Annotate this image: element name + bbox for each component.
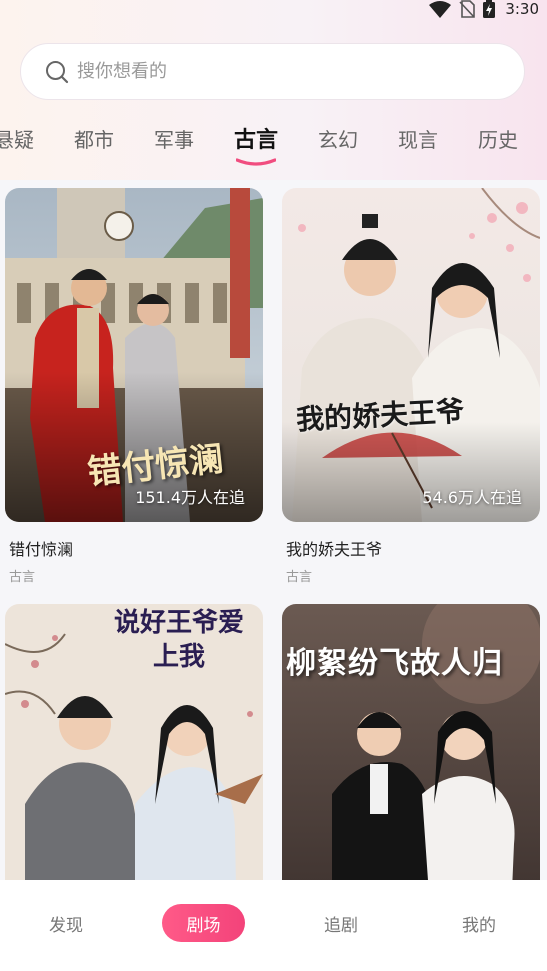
- follow-count: 54.6万人在追: [422, 488, 522, 507]
- tab-label: 古言: [234, 128, 279, 153]
- no-sim-icon: [459, 0, 476, 18]
- category-tabs: 悬疑 都市 军事 古言 玄幻 现言 历史: [0, 118, 547, 166]
- search-input[interactable]: [77, 61, 477, 82]
- search-bar[interactable]: [20, 43, 525, 100]
- tab-military[interactable]: 军事: [154, 124, 194, 153]
- tab-modern-romance[interactable]: 现言: [398, 124, 438, 153]
- drama-genre: 古言: [286, 570, 313, 585]
- drama-title[interactable]: 我的娇夫王爷: [282, 536, 540, 560]
- nav-theater[interactable]: 剧场: [162, 904, 245, 942]
- poster-title: 说好王爷爱上我: [113, 608, 244, 672]
- nav-following[interactable]: 追剧: [311, 904, 371, 942]
- tab-history[interactable]: 历史: [478, 124, 518, 153]
- search-icon: [46, 60, 69, 83]
- bottom-nav: 发现 剧场 追剧 我的: [0, 880, 547, 971]
- status-time: 3:30: [505, 0, 539, 18]
- drama-card[interactable]: 我的娇夫王爷 54.6万人在追 我的娇夫王爷 古言: [282, 188, 540, 585]
- wifi-icon: [429, 0, 452, 18]
- active-tab-underline: [236, 158, 276, 166]
- drama-poster[interactable]: 我的娇夫王爷 54.6万人在追: [282, 188, 540, 522]
- battery-charging-icon: [483, 0, 496, 18]
- tab-suspense[interactable]: 悬疑: [0, 124, 34, 153]
- follow-count: 151.4万人在追: [135, 488, 245, 507]
- drama-title[interactable]: 错付惊澜: [5, 536, 263, 560]
- poster-title: 柳絮纷飞故人归: [286, 646, 503, 681]
- drama-poster[interactable]: 错付惊澜 151.4万人在追: [5, 188, 263, 522]
- drama-genre: 古言: [9, 570, 36, 585]
- drama-card[interactable]: 错付惊澜 151.4万人在追 错付惊澜 古言: [5, 188, 263, 585]
- tab-ancient-romance[interactable]: 古言: [234, 122, 279, 166]
- nav-mine[interactable]: 我的: [449, 904, 509, 942]
- tab-fantasy[interactable]: 玄幻: [318, 124, 358, 153]
- nav-discover[interactable]: 发现: [36, 904, 96, 942]
- status-bar: 3:30: [0, 0, 547, 18]
- tab-urban[interactable]: 都市: [74, 124, 114, 153]
